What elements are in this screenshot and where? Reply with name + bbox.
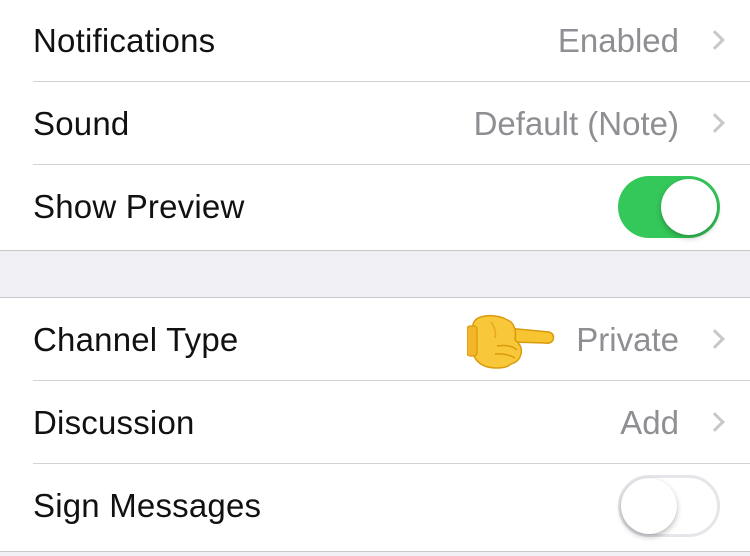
settings-screen: Notifications Enabled Sound Default (Not… <box>0 0 750 556</box>
sign-messages-toggle[interactable] <box>618 474 720 537</box>
row-show-preview: Show Preview <box>0 165 750 248</box>
toggle-knob <box>621 477 677 534</box>
discussion-value: Add <box>620 403 679 441</box>
settings-group-channel: Channel Type Private Discussion Add Sign… <box>0 297 750 552</box>
channel-type-value: Private <box>576 320 679 358</box>
chevron-right-icon <box>705 30 725 50</box>
show-preview-toggle[interactable] <box>618 175 720 238</box>
settings-group-notifications: Notifications Enabled Sound Default (Not… <box>0 0 750 251</box>
row-notifications[interactable]: Notifications Enabled <box>0 0 750 82</box>
chevron-right-icon <box>705 328 725 349</box>
show-preview-label: Show Preview <box>33 187 245 225</box>
channel-type-label: Channel Type <box>33 320 239 358</box>
row-sign-messages: Sign Messages <box>0 464 750 547</box>
sound-value: Default (Note) <box>473 104 679 142</box>
row-sound[interactable]: Sound Default (Note) <box>0 82 750 165</box>
backhand-pointing-right-icon <box>467 314 555 369</box>
toggle-knob <box>661 178 717 235</box>
notifications-value: Enabled <box>557 22 679 59</box>
row-channel-type[interactable]: Channel Type Private <box>0 298 750 381</box>
chevron-right-icon <box>705 411 725 432</box>
sign-messages-label: Sign Messages <box>33 486 262 524</box>
discussion-label: Discussion <box>33 403 195 441</box>
chevron-right-icon <box>705 112 725 133</box>
sound-label: Sound <box>33 104 130 142</box>
row-discussion[interactable]: Discussion Add <box>0 381 750 464</box>
notifications-label: Notifications <box>33 22 216 59</box>
